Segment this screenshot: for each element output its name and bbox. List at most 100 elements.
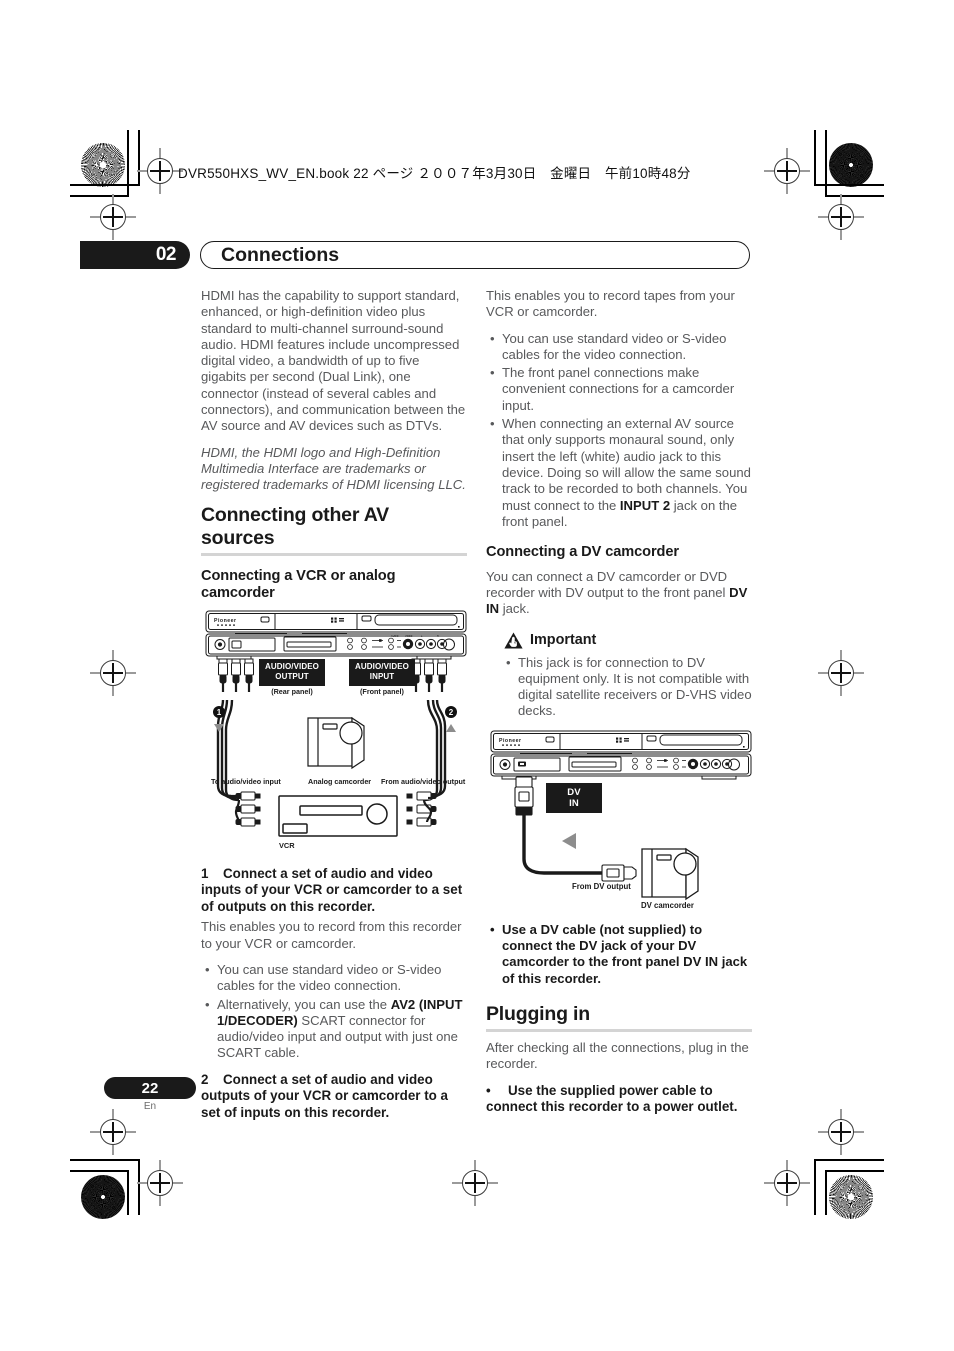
bullet-text: You can use standard video or S-video ca… xyxy=(217,961,442,994)
density-mark-bottom-right xyxy=(829,1175,873,1219)
svg-text:AUDIO: AUDIO xyxy=(391,635,399,638)
figure-vcr-analog-camcorder: Pioneer AUDIO VIDEO L R AUDIO/VIDEO OUTP… xyxy=(201,610,467,860)
list-item: Alternatively, you can use the AV2 (INPU… xyxy=(205,996,467,1062)
svg-text:Pioneer: Pioneer xyxy=(214,618,237,624)
page-number-badge: 22 xyxy=(104,1077,196,1099)
right-column: This enables you to record tapes from yo… xyxy=(486,288,752,1120)
crop-mark-tl-v xyxy=(138,130,140,186)
label-from-dv-output: From DV output xyxy=(572,881,631,891)
subheading-connecting-vcr: Connecting a VCR or analog camcorder xyxy=(201,567,396,602)
figure-dv-camcorder: Pioneer DV IN From DV output DV camcorde… xyxy=(486,730,752,910)
plugging-bullet-marker: • xyxy=(486,1082,491,1098)
bullet-text: Use a DV cable (not supplied) to connect… xyxy=(502,921,748,986)
important-label: Important xyxy=(530,632,597,649)
hdmi-trademark-note: HDMI, the HDMI logo and High-Definition … xyxy=(201,444,466,493)
crop-mark-bl-h xyxy=(70,1159,140,1161)
av-plug-trio-rear xyxy=(218,658,254,692)
bullet-text: This jack is for connection to DV equipm… xyxy=(518,654,752,719)
crop-mark-bl-v2 xyxy=(127,1170,129,1215)
label-input-line2: INPUT xyxy=(369,672,395,682)
crop-mark-br-v xyxy=(814,1159,816,1215)
registration-mark-left-lower xyxy=(90,1109,136,1155)
registration-mark-tl xyxy=(137,148,183,194)
step-2: 2 Connect a set of audio and video output… xyxy=(201,1072,467,1122)
svg-text:VIDEO: VIDEO xyxy=(405,635,413,638)
dv-paragraph: You can connect a DV camcorder or DVD re… xyxy=(486,569,752,618)
crop-mark-tr-h2 xyxy=(825,195,884,197)
label-dv-line2: IN xyxy=(569,797,579,809)
crop-mark-br-h xyxy=(814,1159,884,1161)
list-item: Use a DV cable (not supplied) to connect… xyxy=(490,921,752,987)
registration-mark-left-upper xyxy=(90,194,136,240)
registration-mark-tr xyxy=(764,148,810,194)
label-dv-in: DV IN xyxy=(546,782,602,813)
crop-mark-bl-h2 xyxy=(70,1170,129,1172)
bullet-text: The front panel connections make conveni… xyxy=(502,365,735,413)
label-to-audio-video-input: To audio/video input xyxy=(211,776,281,786)
label-from-audio-video-output: From audio/video output xyxy=(381,776,466,786)
step-1-number: 1 xyxy=(201,865,209,881)
page-language: En xyxy=(143,1101,157,1112)
svg-text:1: 1 xyxy=(217,708,222,717)
label-dv-line1: DV xyxy=(567,786,581,798)
label-output-line1: AUDIO/VIDEO xyxy=(265,661,319,671)
label-input-line1: AUDIO/VIDEO xyxy=(355,661,409,671)
warning-triangle-hand-icon xyxy=(504,632,523,649)
dv-paragraph-pre: You can connect a DV camcorder or DVD re… xyxy=(486,568,730,600)
density-mark-top-right xyxy=(829,143,873,187)
step-2-number: 2 xyxy=(201,1071,209,1087)
left-column: HDMI has the capability to support stand… xyxy=(201,288,467,1126)
list-item: You can use standard video or S-video ca… xyxy=(205,961,467,995)
book-file-slug: DVR550HXS_WV_EN.book 22 ページ ２００７年3月30日 金… xyxy=(178,166,691,181)
label-vcr: VCR xyxy=(279,840,295,850)
step-1: 1 Connect a set of audio and video inputs… xyxy=(201,866,467,916)
crop-mark-tl-v2 xyxy=(127,130,129,197)
bullet-text-pre: Alternatively, you can use the xyxy=(217,996,391,1012)
svg-text:R: R xyxy=(437,635,439,638)
chapter-title: Connections xyxy=(200,241,750,269)
crop-mark-br-v2 xyxy=(825,1170,827,1215)
important-notice: Important xyxy=(486,632,752,649)
plugging-paragraph: After checking all the connections, plug… xyxy=(486,1039,749,1072)
label-audio-video-input: AUDIO/VIDEO INPUT xyxy=(349,658,415,686)
label-dv-camcorder: DV camcorder xyxy=(641,900,694,910)
registration-mark-bottom-center xyxy=(452,1160,498,1206)
bullet-text: You can use standard video or S-video ca… xyxy=(502,330,727,362)
label-output-line2: OUTPUT xyxy=(275,672,309,682)
registration-mark-right-mid xyxy=(818,650,864,696)
step-2-text: Connect a set of audio and video outputs… xyxy=(201,1071,449,1120)
density-mark-bottom-left xyxy=(81,1175,125,1219)
crop-mark-tr-v2 xyxy=(825,130,827,197)
label-audio-video-output: AUDIO/VIDEO OUTPUT xyxy=(259,658,325,686)
subheading-connecting-dv-camcorder: Connecting a DV camcorder xyxy=(486,544,679,561)
step-1-bullets: You can use standard video or S-video ca… xyxy=(201,962,467,1062)
bullet-text-bold: INPUT 2 xyxy=(619,497,671,513)
chapter-bar: 02 Connections xyxy=(80,241,750,269)
step-1-paragraph: This enables you to record from this rec… xyxy=(201,919,462,951)
crop-mark-tl-h2 xyxy=(70,195,129,197)
label-rear-panel: (Rear panel) xyxy=(271,686,313,696)
density-mark-top-left xyxy=(81,143,125,187)
important-bullets: This jack is for connection to DV equipm… xyxy=(486,655,752,720)
recorder-dv-illustration: Pioneer xyxy=(490,730,752,780)
crop-mark-br-h2 xyxy=(825,1170,884,1172)
intro-paragraph: This enables you to record tapes from yo… xyxy=(486,288,735,320)
registration-mark-bl xyxy=(137,1160,183,1206)
svg-text:2: 2 xyxy=(449,708,454,717)
registration-mark-right-upper xyxy=(818,194,864,240)
crop-mark-tl-h xyxy=(70,184,140,186)
dv-use-bullets: Use a DV cable (not supplied) to connect… xyxy=(486,922,752,987)
label-front-panel: (Front panel) xyxy=(360,686,404,696)
dv-paragraph-post: jack. xyxy=(499,601,530,617)
list-item: The front panel connections make conveni… xyxy=(490,365,752,414)
label-analog-camcorder: Analog camcorder xyxy=(308,776,372,786)
svg-text:Pioneer: Pioneer xyxy=(499,738,522,744)
list-item: When connecting an external AV source th… xyxy=(490,416,752,530)
intro-bullets: You can use standard video or S-video ca… xyxy=(486,331,752,531)
plugging-in-bullet: • Use the supplied power cable to connect… xyxy=(486,1083,752,1116)
registration-mark-left-mid xyxy=(90,650,136,696)
list-item: You can use standard video or S-video ca… xyxy=(490,330,752,364)
recorder-front-rear-illustration: Pioneer AUDIO VIDEO L R xyxy=(205,610,467,660)
crop-mark-tr-v xyxy=(814,130,816,186)
list-item: This jack is for connection to DV equipm… xyxy=(506,654,752,720)
